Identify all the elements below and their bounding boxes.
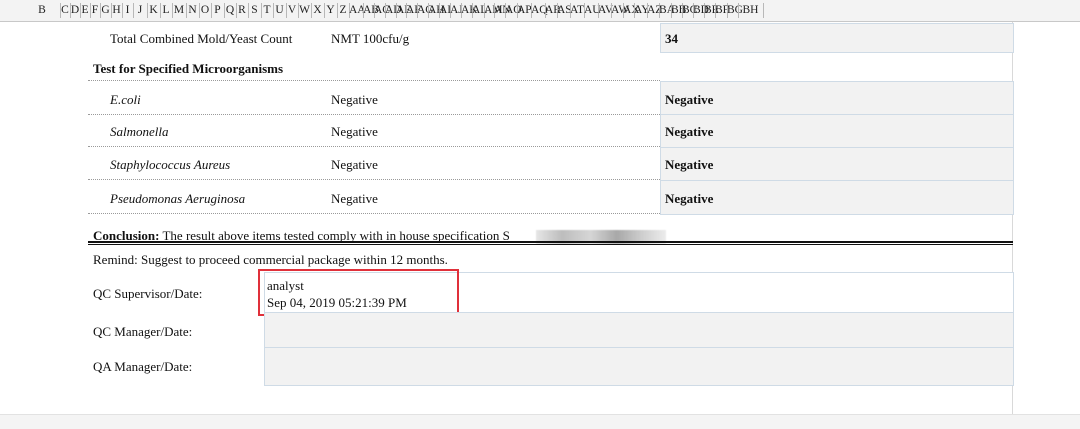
column-header[interactable]: AV [598,0,613,21]
column-header[interactable]: AG [417,0,434,21]
column-header[interactable]: AU [584,0,601,21]
micro-spec-pseudomonas: Negative [331,191,378,206]
column-header[interactable]: AR [545,0,561,21]
column-header[interactable]: AX [623,0,640,21]
column-header[interactable]: P [211,0,224,21]
column-header[interactable]: V [286,0,298,21]
remind-text: Remind: Suggest to proceed commercial pa… [93,252,448,267]
column-header[interactable]: AJ [450,0,463,21]
column-header[interactable]: B [24,0,60,21]
column-header[interactable]: T [261,0,273,21]
column-separator [763,3,764,18]
column-header[interactable]: J [133,0,147,21]
column-header[interactable]: AN [494,0,511,21]
micro-spec-staph: Negative [331,157,378,172]
micro-result-cell-pseudomonas[interactable]: Negative [660,180,1014,215]
column-header[interactable]: AQ [531,0,548,21]
column-header[interactable]: BF [715,0,729,21]
column-header[interactable]: BD [693,0,709,21]
column-header[interactable]: N [186,0,199,21]
column-header[interactable]: M [172,0,186,21]
column-header[interactable]: F [90,0,100,21]
column-header[interactable]: G [100,0,111,21]
column-header[interactable]: AF [406,0,421,21]
qc-manager-signature-cell[interactable] [264,312,1014,348]
micro-result-cell-staph[interactable]: Negative [660,147,1014,181]
micro-result-cell-ecoli[interactable]: Negative [660,81,1014,115]
micro-name-staph: Staphylococcus Aureus [110,157,231,172]
column-header[interactable]: AD [385,0,402,21]
column-header[interactable]: Q [224,0,236,21]
column-header[interactable]: BA [659,0,675,21]
column-header[interactable]: W [298,0,311,21]
row-divider [88,146,660,147]
column-header[interactable]: AK [461,0,478,21]
section-title: Test for Specified Microorganisms [93,61,284,76]
column-header[interactable]: BG [727,0,743,21]
micro-spec-salmonella: Negative [331,124,378,139]
micro-result-pseudomonas: Negative [665,191,714,206]
column-header[interactable]: O [199,0,211,21]
column-header[interactable]: BB [671,0,686,21]
column-header[interactable]: BE [704,0,719,21]
column-header[interactable]: BH [738,0,763,21]
column-header[interactable]: X [311,0,324,21]
row-divider [88,179,660,180]
column-header[interactable]: AE [396,0,411,21]
column-header[interactable]: AM [484,0,503,21]
micro-name-pseudomonas: Pseudomonas Aeruginosa [110,191,246,206]
column-header[interactable]: Y [324,0,337,21]
column-header[interactable]: K [147,0,160,21]
row-divider [88,213,660,214]
column-header[interactable]: U [273,0,286,21]
mold-yeast-label: Total Combined Mold/Yeast Count [110,31,293,46]
column-header[interactable]: AB [363,0,379,21]
micro-name-ecoli: E.coli [110,92,141,107]
column-header[interactable]: BC [682,0,697,21]
column-header[interactable]: AS [557,0,572,21]
row-divider [88,80,660,81]
column-header[interactable]: R [236,0,248,21]
column-header[interactable]: AP [517,0,532,21]
mold-yeast-spec: NMT 100cfu/g [331,31,410,46]
column-header[interactable]: AO [505,0,522,21]
column-header[interactable]: I [122,0,133,21]
column-header[interactable]: AZ [647,0,662,21]
row-divider [88,114,660,115]
column-header[interactable]: C [60,0,70,21]
column-header[interactable]: AI [439,0,451,21]
micro-result-cell-salmonella[interactable]: Negative [660,114,1014,148]
qa-manager-signature-cell[interactable] [264,347,1014,386]
column-header[interactable]: Z [337,0,349,21]
qc-supervisor-label: QC Supervisor/Date: [93,286,203,301]
column-header[interactable]: AA [349,0,366,21]
mold-yeast-result: 34 [665,31,678,46]
micro-result-staph: Negative [665,157,714,172]
column-header[interactable]: D [70,0,80,21]
highlight-box [258,269,459,316]
qa-manager-label: QA Manager/Date: [93,359,193,374]
conclusion-rule [88,241,1013,243]
column-header[interactable]: E [80,0,90,21]
column-header[interactable]: AC [374,0,390,21]
qc-manager-label: QC Manager/Date: [93,324,193,339]
column-header-bar: B C D E F G H I J K L M N O P Q R S T U V W X Y Z AA AB AC AD AE AF AG A… [0,0,1080,22]
mold-yeast-result-cell[interactable]: 34 [660,23,1014,53]
column-header[interactable]: AH [428,0,445,21]
micro-result-ecoli: Negative [665,92,714,107]
micro-name-salmonella: Salmonella [110,124,169,139]
column-header[interactable]: AT [570,0,584,21]
micro-spec-ecoli: Negative [331,92,378,107]
column-header[interactable]: S [248,0,261,21]
page-bottom-margin [0,414,1080,429]
column-header[interactable]: AY [634,0,650,21]
report-sheet: Total Combined Mold/Yeast Count NMT 100c… [0,22,1080,429]
column-header[interactable]: L [160,0,172,21]
column-header[interactable]: AL [472,0,487,21]
column-header[interactable]: AW [611,0,629,21]
conclusion-rule-thin [88,244,1013,245]
micro-result-salmonella: Negative [665,124,714,139]
column-header[interactable]: H [111,0,122,21]
